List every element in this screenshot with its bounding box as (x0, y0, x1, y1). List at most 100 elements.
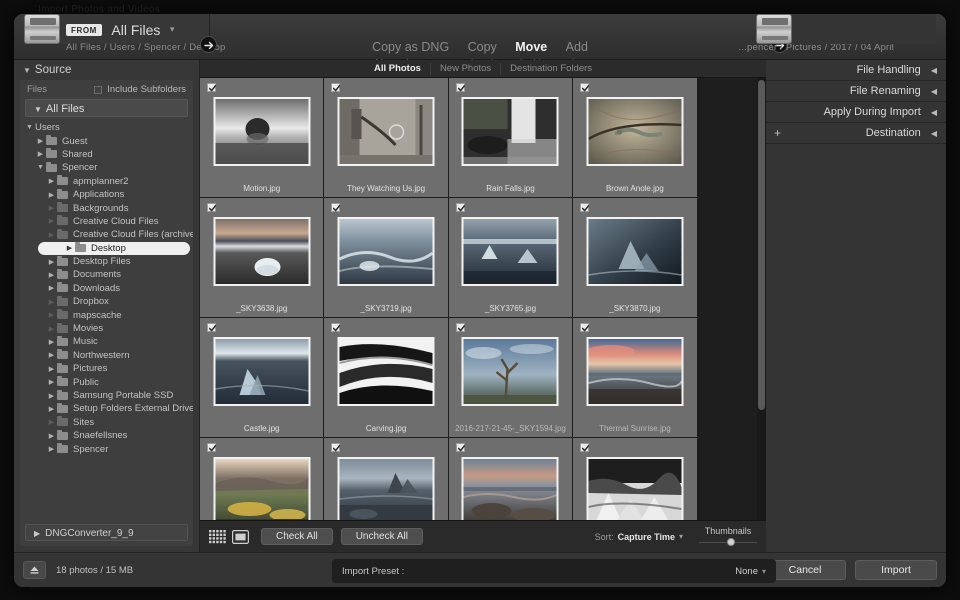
device-dngconverter-button[interactable]: ▶ DNGConverter_9_9 (25, 524, 188, 541)
photo-checkbox[interactable] (455, 203, 465, 212)
tree-twisty-down-icon[interactable]: ▼ (24, 124, 35, 131)
tree-twisty-right-icon[interactable]: ▶ (46, 392, 57, 400)
mode-copy-as-dng[interactable]: Copy as DNG (372, 40, 449, 54)
tree-twisty-right-icon[interactable]: ▶ (46, 432, 57, 440)
tree-item[interactable]: ▶ Snaefellsnes (20, 429, 193, 442)
panel-apply-during-import[interactable]: Apply During Import ◀ (766, 102, 946, 123)
photo-cell[interactable] (573, 438, 698, 520)
tree-twisty-right-icon[interactable]: ▶ (46, 378, 57, 386)
photo-thumbnail[interactable] (586, 337, 684, 406)
photo-checkbox[interactable] (331, 83, 341, 92)
photo-cell[interactable]: _SKY3870.jpg (573, 198, 698, 318)
photo-cell[interactable]: 2016-217-21-45-_SKY1594.jpg (448, 318, 574, 438)
tree-twisty-right-icon[interactable]: ▶ (35, 150, 46, 158)
thumbnails-slider-knob[interactable] (726, 538, 735, 546)
panel-file-handling[interactable]: File Handling ◀ (766, 60, 946, 81)
photo-cell[interactable]: Motion.jpg (200, 78, 325, 198)
photo-checkbox[interactable] (580, 203, 590, 212)
photo-thumbnail[interactable] (337, 337, 435, 406)
photo-thumbnail[interactable] (461, 97, 559, 166)
cancel-button[interactable]: Cancel (764, 560, 846, 580)
photo-thumbnail[interactable] (586, 97, 684, 166)
photo-thumbnail[interactable] (213, 217, 311, 286)
grid-view-icon[interactable] (209, 529, 226, 544)
photo-thumbnail[interactable] (337, 97, 435, 166)
tree-item[interactable]: ▶ Desktop Files (20, 255, 193, 268)
tab-new-photos[interactable]: New Photos (431, 62, 502, 75)
photo-cell[interactable]: Rain Falls.jpg (448, 78, 574, 198)
source-panel-header[interactable]: ▼ Source (14, 60, 199, 80)
photo-checkbox[interactable] (455, 323, 465, 332)
tree-twisty-right-icon[interactable]: ▶ (46, 338, 57, 346)
tree-item[interactable]: ▶ Setup Folders External Drive (20, 402, 193, 415)
tree-item[interactable]: ▶ Sites (20, 416, 193, 429)
tree-item[interactable]: ▶ mapscache (20, 308, 193, 321)
panel-apply-during-import-disclosure-icon[interactable]: ◀ (931, 102, 937, 123)
tree-item[interactable]: ▶ Creative Cloud Files (20, 215, 193, 228)
tree-twisty-right-icon[interactable]: ▶ (46, 445, 57, 453)
tree-item[interactable]: ▶ Public (20, 375, 193, 388)
panel-file-handling-disclosure-icon[interactable]: ◀ (931, 60, 937, 81)
source-collapse-icon[interactable]: ▼ (23, 66, 31, 75)
tree-item[interactable]: ▶ Documents (20, 268, 193, 281)
photo-checkbox[interactable] (455, 83, 465, 92)
photo-thumbnail[interactable] (337, 457, 435, 520)
mode-copy[interactable]: Copy (468, 40, 497, 54)
tree-twisty-right-icon[interactable]: ▶ (46, 405, 57, 413)
photo-thumbnail[interactable] (337, 217, 435, 286)
sort-value[interactable]: Capture Time (618, 532, 675, 542)
tree-twisty-right-icon[interactable]: ▶ (46, 365, 57, 373)
tree-item[interactable]: ▶ Desktop (38, 241, 190, 255)
include-subfolders-checkbox[interactable] (94, 85, 103, 94)
tree-twisty-right-icon[interactable]: ▶ (64, 244, 75, 252)
tree-item[interactable]: ▶ Guest (20, 134, 193, 147)
photo-cell[interactable]: They Watching Us.jpg (324, 78, 449, 198)
grid-scrollbar-thumb[interactable] (758, 80, 765, 410)
photo-cell[interactable]: Thermal Sunrise.jpg (573, 318, 698, 438)
uncheck-all-button[interactable]: Uncheck All (340, 528, 423, 545)
photo-cell[interactable]: Brown Anole.jpg (573, 78, 698, 198)
photo-checkbox[interactable] (207, 323, 216, 332)
photo-thumbnail[interactable] (461, 337, 559, 406)
loupe-view-icon[interactable] (232, 529, 250, 544)
photo-thumbnail[interactable] (213, 97, 311, 166)
photo-checkbox[interactable] (580, 443, 590, 452)
photo-checkbox[interactable] (331, 203, 341, 212)
tree-item[interactable]: ▼ Users (20, 121, 193, 134)
photo-cell[interactable]: _SKY3719.jpg (324, 198, 449, 318)
tree-item[interactable]: ▶ Movies (20, 322, 193, 335)
add-destination-plus-icon[interactable]: + (774, 123, 781, 144)
photo-cell[interactable]: Carving.jpg (324, 318, 449, 438)
panel-destination-disclosure-icon[interactable]: ◀ (931, 123, 937, 144)
photo-checkbox[interactable] (580, 83, 590, 92)
tree-item[interactable]: ▶ Applications (20, 188, 193, 201)
photo-cell[interactable]: _SKY4344-Edit.jpg (324, 438, 449, 520)
thumbnails-slider[interactable] (699, 538, 757, 547)
mode-add[interactable]: Add (566, 40, 588, 54)
source-dropdown-icon[interactable]: ▾ (170, 25, 175, 34)
photo-checkbox[interactable] (207, 443, 216, 452)
photo-thumbnail[interactable] (213, 337, 311, 406)
check-all-button[interactable]: Check All (261, 528, 333, 545)
photo-cell[interactable]: _SKY3638.jpg (200, 198, 325, 318)
tree-item[interactable]: ▶ Spencer (20, 442, 193, 455)
photo-cell[interactable]: _SKY4350.jpg (448, 438, 574, 520)
tree-item[interactable]: ▶ Music (20, 335, 193, 348)
photo-cell[interactable]: Castle.jpg (200, 318, 325, 438)
tree-item[interactable]: ▶ apmplanner2 (20, 175, 193, 188)
tree-item[interactable]: ▶ Backgrounds (20, 201, 193, 214)
tree-item[interactable]: ▶ Shared (20, 148, 193, 161)
tab-destination-folders[interactable]: Destination Folders (501, 63, 601, 75)
photo-checkbox[interactable] (331, 323, 341, 332)
photo-checkbox[interactable] (455, 443, 465, 452)
tree-twisty-right-icon[interactable]: ▶ (46, 191, 57, 199)
tree-item[interactable]: ▶ Northwestern (20, 349, 193, 362)
tree-item[interactable]: ▶ Dropbox (20, 295, 193, 308)
tree-item[interactable]: ▶ Downloads (20, 282, 193, 295)
tree-item[interactable]: ▶ Samsung Portable SSD (20, 389, 193, 402)
tree-twisty-right-icon[interactable]: ▶ (46, 271, 57, 279)
photo-thumbnail[interactable] (461, 217, 559, 286)
import-button[interactable]: Import (855, 560, 937, 580)
tree-twisty-down-icon[interactable]: ▼ (35, 164, 46, 171)
grid-vertical-scrollbar[interactable] (757, 78, 766, 520)
